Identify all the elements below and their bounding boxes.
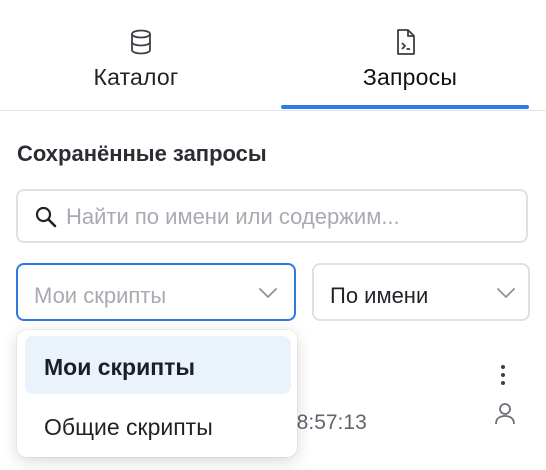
- search-input[interactable]: [64, 201, 518, 233]
- sort-select-value: По имени: [330, 283, 429, 308]
- query-item-time: 08:57:13: [285, 411, 367, 434]
- tab-catalog[interactable]: Каталог: [0, 0, 272, 110]
- tab-queries-label: Запросы: [362, 64, 458, 90]
- tab-queries[interactable]: Запросы: [274, 0, 546, 110]
- tab-catalog-label: Каталог: [93, 64, 179, 90]
- search-box[interactable]: [16, 189, 528, 243]
- scripts-filter-select[interactable]: Мои скрипты: [16, 263, 296, 321]
- dropdown-option-label: Общие скрипты: [44, 414, 213, 440]
- user-icon: [495, 403, 515, 425]
- section-title: Сохранённые запросы: [17, 141, 267, 166]
- scripts-filter-dropdown: Мои скрипты Общие скрипты: [17, 330, 297, 457]
- sort-select[interactable]: По имени: [312, 263, 530, 321]
- chevron-down-icon: [259, 288, 277, 298]
- active-tab-indicator: [281, 105, 529, 109]
- dropdown-option-my-scripts[interactable]: Мои скрипты: [25, 336, 291, 394]
- dropdown-option-shared-scripts[interactable]: Общие скрипты: [25, 396, 291, 454]
- dropdown-option-label: Мои скрипты: [44, 354, 196, 380]
- search-icon: [35, 206, 57, 228]
- kebab-menu-icon[interactable]: [494, 362, 512, 390]
- tab-bar: Каталог Запросы: [0, 0, 546, 111]
- database-icon: [131, 29, 151, 55]
- chevron-down-icon: [497, 288, 515, 298]
- script-file-icon: [397, 29, 415, 55]
- scripts-filter-value: Мои скрипты: [34, 283, 167, 308]
